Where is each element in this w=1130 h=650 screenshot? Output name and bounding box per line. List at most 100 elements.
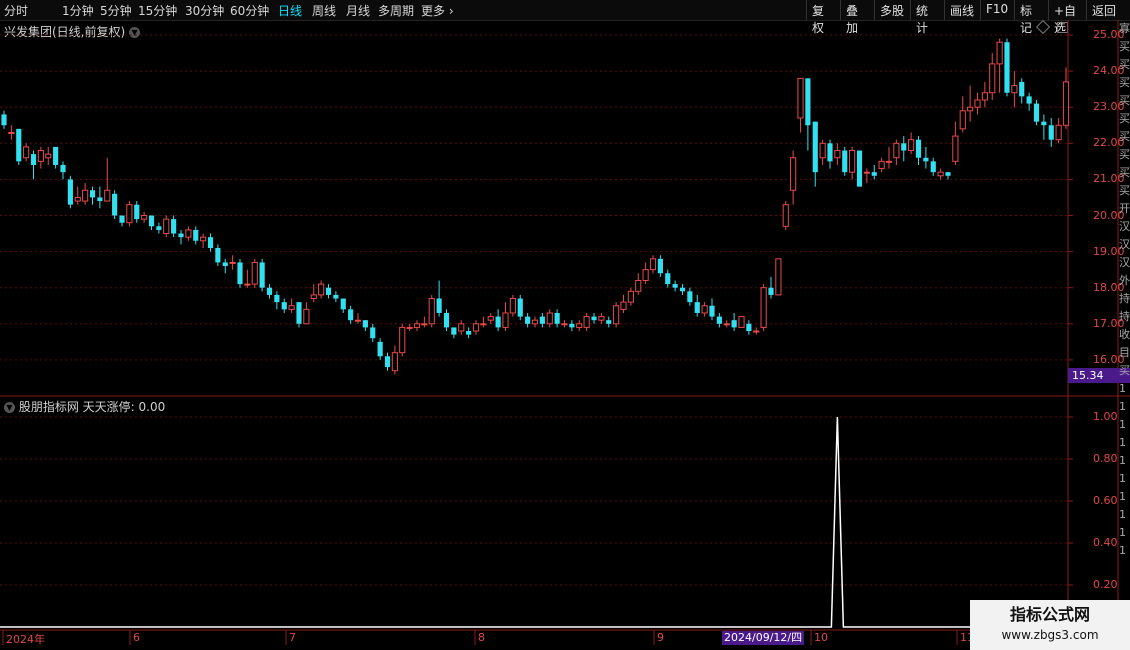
candle-body [480, 323, 487, 326]
candle-body [1062, 81, 1070, 126]
indicator-tick: 0.40 [1093, 536, 1118, 549]
candle-body [458, 323, 465, 332]
candle-body [974, 99, 981, 108]
candle-body [856, 150, 863, 187]
candle-body [885, 160, 893, 163]
watermark-title: 指标公式网 [1009, 605, 1090, 624]
candle-body [274, 294, 280, 303]
candle-body [251, 261, 258, 285]
candle-body [738, 316, 745, 328]
strip-char: 外 [1119, 274, 1130, 287]
candle-body [583, 316, 590, 328]
candle-body [620, 301, 627, 310]
candle-body [60, 164, 66, 173]
candle-body [97, 197, 103, 202]
candle-body [348, 309, 354, 321]
candle-body [606, 320, 612, 324]
candle-body [525, 316, 531, 324]
candle-body [554, 312, 560, 324]
candle-body [466, 331, 472, 335]
candle-body [989, 63, 996, 94]
candle-body [797, 77, 804, 119]
indicator-line [0, 416, 1068, 628]
candle-body [790, 157, 797, 191]
candle-body [436, 298, 442, 313]
candle-body [148, 215, 155, 227]
strip-char: 买 [1119, 94, 1130, 107]
strip-char: 买 [1119, 184, 1130, 197]
strip-char: 收 [1119, 328, 1130, 341]
right-info-strip: 寡买买买买买买买买买开汉汉汉外持持收目买1111111111 [1119, 20, 1130, 630]
candle-body [701, 305, 708, 314]
strip-char: 1 [1119, 490, 1126, 503]
candle-body [362, 320, 368, 328]
candle-body [782, 204, 789, 227]
strip-char: 买 [1119, 76, 1130, 89]
candle-body [45, 153, 52, 159]
candle-body [421, 323, 428, 326]
strip-char: 汉 [1119, 220, 1130, 233]
candle-body [413, 323, 421, 328]
kline-chart[interactable] [0, 0, 1130, 650]
candle-body [901, 143, 907, 151]
candle-body [775, 258, 782, 296]
candle-body [244, 283, 251, 286]
candle-body [119, 215, 125, 223]
candle-body [827, 143, 833, 162]
chevron-down-icon[interactable]: ▼ [4, 402, 15, 413]
candle-body [687, 291, 693, 303]
candle-body [89, 190, 96, 198]
candle-body [193, 229, 199, 241]
candle-body [134, 204, 140, 220]
candle-body [613, 305, 620, 325]
strip-char: 1 [1119, 472, 1126, 485]
strip-char: 1 [1119, 526, 1126, 539]
candle-body [716, 316, 722, 324]
candle-body [237, 262, 243, 285]
candle-body [472, 323, 480, 332]
candle-body [30, 154, 37, 165]
candle-body [74, 196, 81, 202]
candle-body [1, 114, 7, 126]
candle-body [156, 226, 162, 230]
strip-char: 买 [1119, 148, 1130, 161]
candle-body [812, 121, 818, 173]
candle-body [908, 139, 915, 152]
candle-body [1019, 81, 1025, 97]
candle-body [945, 172, 951, 176]
candle-body [937, 171, 944, 177]
candle-body [495, 316, 501, 328]
candle-body [215, 247, 221, 263]
candle-body [406, 326, 413, 329]
candle-body [842, 150, 848, 173]
candle-body [531, 319, 539, 325]
strip-char: 目 [1119, 346, 1130, 359]
candle-body [679, 287, 686, 292]
candle-body [222, 262, 228, 267]
candle-body [303, 308, 310, 325]
strip-char: 1 [1119, 454, 1126, 467]
candle-body [1041, 121, 1047, 126]
candle-body [318, 283, 325, 296]
candle-body [384, 356, 391, 368]
candle-body [746, 323, 752, 332]
candle-body [1048, 125, 1054, 140]
candle-body [996, 41, 1003, 65]
indicator-tick: 1.00 [1093, 410, 1118, 423]
candle-body [288, 305, 295, 310]
candle-body [266, 287, 273, 295]
strip-char: 1 [1119, 418, 1126, 431]
candle-body [768, 287, 774, 295]
candle-body [16, 128, 22, 162]
candle-body [539, 316, 545, 324]
candle-body [8, 131, 15, 134]
strip-char: 买 [1119, 112, 1130, 125]
candle-body [229, 261, 236, 264]
candle-body [635, 279, 642, 292]
candle-body [281, 302, 287, 310]
candle-body [642, 269, 649, 281]
candle-body [665, 273, 671, 285]
candle-body [443, 312, 450, 328]
candle-body [399, 326, 406, 354]
candle-body [561, 323, 568, 326]
